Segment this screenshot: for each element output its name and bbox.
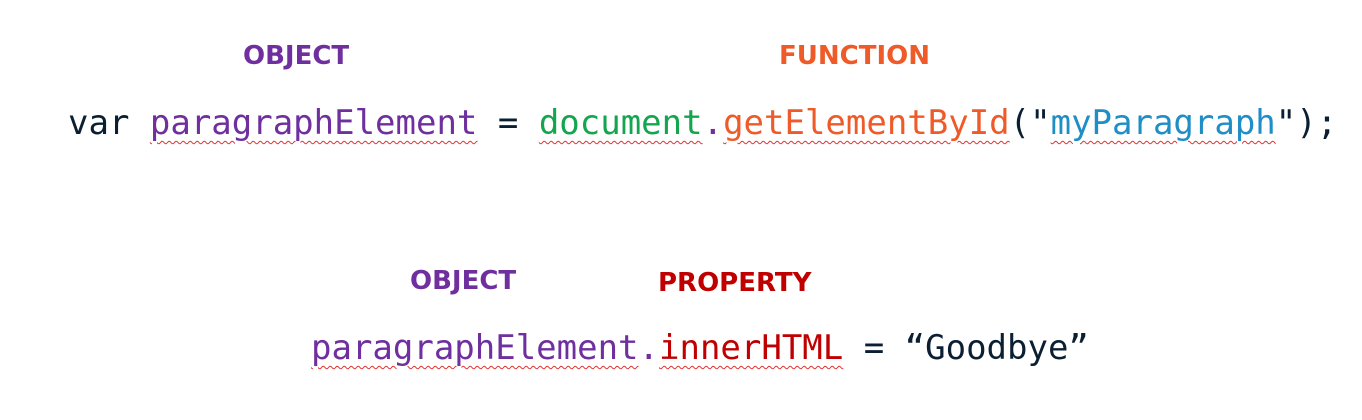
string-value: “Goodbye”: [904, 328, 1089, 368]
var-keyword: var: [68, 103, 150, 143]
function-label: FUNCTION: [779, 41, 930, 71]
property-label: PROPERTY: [658, 268, 812, 298]
close-paren-quote: ");: [1275, 103, 1338, 143]
object-reference: paragraphElement: [311, 328, 639, 368]
open-paren-quote: (": [1009, 103, 1051, 143]
code-line-inner-html: paragraphElement.innerHTML = “Goodbye”: [311, 326, 1089, 370]
dot-operator: .: [702, 103, 724, 143]
dot-operator: .: [638, 328, 659, 368]
document-object: document: [538, 103, 703, 143]
get-element-by-id-method: getElementById: [723, 103, 1010, 143]
string-argument: myParagraph: [1050, 103, 1276, 143]
object-label-line1: OBJECT: [243, 41, 350, 71]
assign-operator: =: [843, 328, 905, 368]
inner-html-property: innerHTML: [659, 328, 844, 368]
code-line-get-element: var paragraphElement = document.getEleme…: [68, 101, 1337, 145]
object-label-line2: OBJECT: [410, 266, 517, 296]
assign-operator: =: [477, 103, 539, 143]
variable-name: paragraphElement: [149, 103, 478, 143]
